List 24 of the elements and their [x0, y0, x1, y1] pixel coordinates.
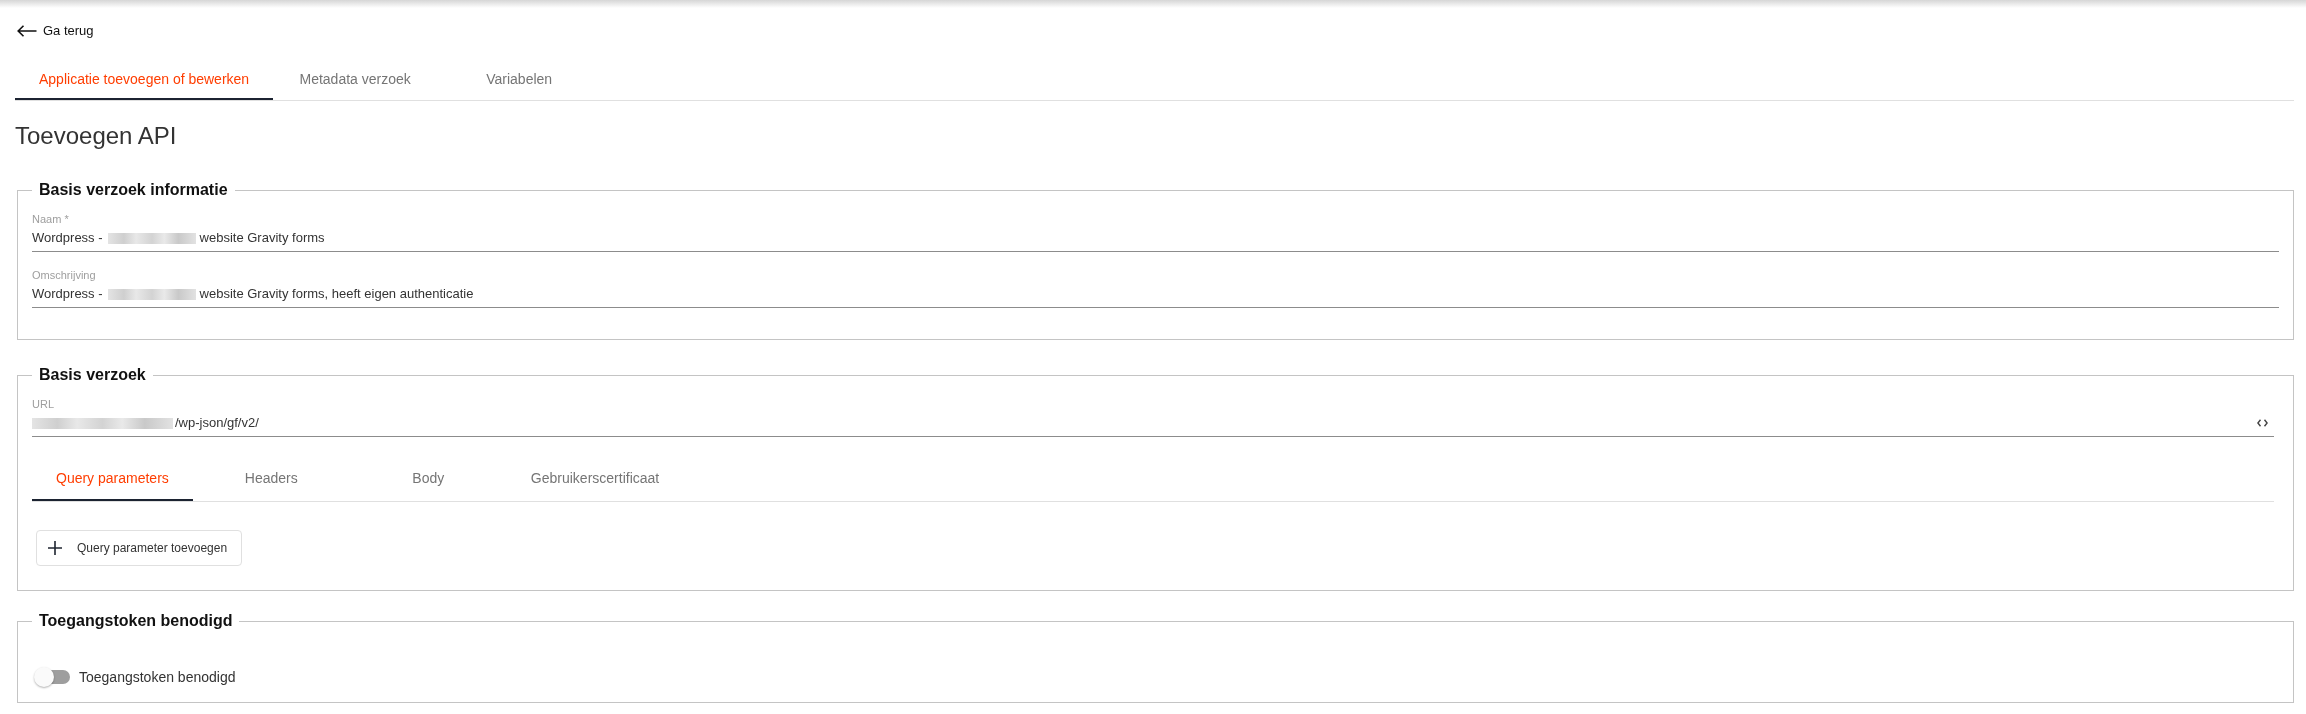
- page-heading: Toevoegen API: [15, 122, 178, 150]
- section-title: Basis verzoek informatie: [38, 180, 229, 200]
- add-query-parameter-button[interactable]: Query parameter toevoegen: [36, 530, 243, 566]
- tab[interactable]: Metadata verzoek: [273, 60, 438, 100]
- url-field[interactable]: /wp-json/gf/v2/: [32, 411, 2274, 437]
- tab[interactable]: Gebruikerscertificaat: [506, 458, 684, 501]
- text-field[interactable]: Wordpress - website Gravity forms: [32, 226, 2279, 252]
- tab[interactable]: Applicatie toevoegen of bewerken: [15, 60, 274, 100]
- tab[interactable]: Body: [349, 458, 507, 501]
- back-link[interactable]: Ga terug: [17, 22, 94, 40]
- arrow-left-icon: [17, 25, 37, 37]
- code-icon[interactable]: [2257, 419, 2268, 427]
- text-field[interactable]: Wordpress - website Gravity forms, heeft eigen authenticatie: [32, 282, 2279, 308]
- section-title: Basis verzoek: [38, 365, 147, 385]
- tab[interactable]: Headers: [192, 458, 350, 501]
- toggle-label: Toegangstoken benodigd: [79, 669, 236, 685]
- field-label: Omschrijving: [32, 268, 97, 282]
- field-label: URL: [32, 397, 55, 411]
- field-label: Naam *: [32, 212, 70, 226]
- plus-icon: [48, 541, 62, 555]
- section-title: Toegangstoken benodigd: [38, 611, 234, 631]
- tab[interactable]: Query parameters: [32, 458, 193, 501]
- tab[interactable]: Variabelen: [437, 60, 602, 100]
- toggle-switch[interactable]: [34, 667, 70, 687]
